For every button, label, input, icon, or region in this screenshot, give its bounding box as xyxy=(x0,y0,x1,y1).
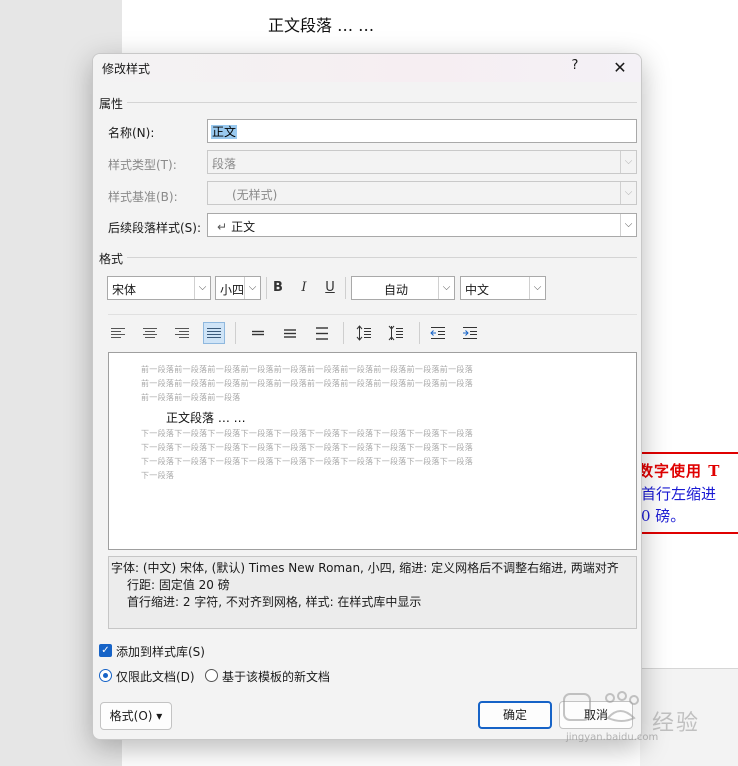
toolbar-divider xyxy=(108,314,637,315)
font-color-value: 自动 xyxy=(383,283,408,297)
close-button[interactable]: ✕ xyxy=(607,56,633,80)
style-type-value: 段落 xyxy=(212,157,237,171)
description-line: 首行缩进: 2 字符, 不对齐到网格, 样式: 在样式库中显示 xyxy=(127,595,422,609)
style-type-select[interactable]: 段落 ⌵ xyxy=(207,150,637,174)
font-size-select[interactable]: 小四 ⌵ xyxy=(215,276,261,300)
preview-line: 前一段落前一段落前一段落前一段落前一段落前一段落前一段落前一段落前一段落前一段落 xyxy=(141,379,473,388)
paragraph-mark-icon: ↵ xyxy=(217,220,228,234)
preview-line: 下一段落下一段落下一段落下一段落下一段落下一段落下一段落下一段落下一段落下一段落 xyxy=(141,457,473,466)
format-section-label: 格式 xyxy=(99,252,124,266)
align-justify-icon[interactable] xyxy=(203,322,225,344)
decrease-paragraph-spacing-icon[interactable] xyxy=(385,322,407,344)
ok-button[interactable]: 确定 xyxy=(478,701,552,729)
align-right-icon[interactable] xyxy=(171,322,193,344)
properties-section-label: 属性 xyxy=(99,97,124,111)
preview-line: 前一段落前一段落前一段落 xyxy=(141,393,241,402)
toolbar-separator xyxy=(343,322,344,344)
style-based-value: (无样式) xyxy=(232,188,278,202)
decrease-indent-icon[interactable] xyxy=(427,322,449,344)
preview-line: 下一段落下一段落下一段落下一段落下一段落下一段落下一段落下一段落下一段落下一段落 xyxy=(141,429,473,438)
document-note-line: 首行左缩进 xyxy=(641,485,717,503)
increase-paragraph-spacing-icon[interactable] xyxy=(353,322,375,344)
preview-line: 下一段落下一段落下一段落下一段落下一段落下一段落下一段落下一段落下一段落下一段落 xyxy=(141,443,473,452)
style-type-label: 样式类型(T): xyxy=(108,158,177,172)
description-line: 字体: (中文) 宋体, (默认) Times New Roman, 小四, 缩… xyxy=(111,561,619,575)
format-divider xyxy=(127,257,637,258)
preview-sample-text: 正文段落 … … xyxy=(166,411,246,425)
bold-button[interactable]: B xyxy=(267,277,289,299)
underline-button[interactable]: U xyxy=(319,277,341,299)
description-line: 行距: 固定值 20 磅 xyxy=(127,578,230,592)
toolbar-separator xyxy=(235,322,236,344)
name-input-value: 正文 xyxy=(211,125,238,139)
new-documents-template-label: 基于该模板的新文档 xyxy=(222,670,331,684)
add-to-gallery-checkbox[interactable]: ✓ xyxy=(99,644,112,657)
watermark-text: 经验 xyxy=(652,711,701,736)
only-this-document-label: 仅限此文档(D) xyxy=(116,670,195,684)
next-style-select[interactable]: ↵ 正文 ⌵ xyxy=(207,213,637,237)
preview-next-paragraph: 下一段落下一段落下一段落下一段落下一段落下一段落下一段落下一段落下一段落下一段落… xyxy=(141,427,601,483)
dialog-titlebar: 修改样式 ? ✕ xyxy=(93,54,641,82)
toolbar-separator xyxy=(345,277,346,299)
chevron-down-icon: ⌵ xyxy=(620,182,636,204)
only-this-document-radio[interactable] xyxy=(99,669,112,682)
single-spacing-icon[interactable] xyxy=(247,322,269,344)
font-color-select[interactable]: 自动 ⌵ xyxy=(351,276,455,300)
properties-divider xyxy=(127,102,637,103)
document-note-line: 0 磅。 xyxy=(641,507,686,525)
font-select[interactable]: 宋体 ⌵ xyxy=(107,276,211,300)
document-heading: 正文段落 … … xyxy=(268,16,375,35)
align-center-icon[interactable] xyxy=(139,322,161,344)
next-style-label: 后续段落样式(S): xyxy=(108,221,202,235)
chevron-down-icon: ⌵ xyxy=(194,277,210,299)
script-value: 中文 xyxy=(465,283,490,297)
chevron-down-icon: ⌵ xyxy=(620,214,636,236)
increase-indent-icon[interactable] xyxy=(459,322,481,344)
preview-line: 下一段落 xyxy=(141,471,175,480)
add-to-gallery-label: 添加到样式库(S) xyxy=(116,645,205,659)
preview-previous-paragraph: 前一段落前一段落前一段落前一段落前一段落前一段落前一段落前一段落前一段落前一段落… xyxy=(141,363,601,405)
name-input[interactable]: 正文 xyxy=(207,119,637,143)
script-select[interactable]: 中文 ⌵ xyxy=(460,276,546,300)
style-description: 字体: (中文) 宋体, (默认) Times New Roman, 小四, 缩… xyxy=(108,556,637,629)
style-based-select[interactable]: (无样式) ⌵ xyxy=(207,181,637,205)
chevron-down-icon: ⌵ xyxy=(438,277,454,299)
chevron-down-icon: ▾ xyxy=(156,709,163,723)
format-menu-button[interactable]: 格式(O) ▾ xyxy=(100,702,172,730)
chevron-down-icon: ⌵ xyxy=(244,277,260,299)
style-based-label: 样式基准(B): xyxy=(108,190,178,204)
name-label: 名称(N): xyxy=(108,126,155,140)
chevron-down-icon: ⌵ xyxy=(529,277,545,299)
font-value: 宋体 xyxy=(112,283,137,297)
modify-style-dialog: 修改样式 ? ✕ 属性 名称(N): 正文 样式类型(T): 段落 ⌵ 样式基准… xyxy=(92,53,642,740)
document-note-line: 数字使用 T xyxy=(638,462,721,480)
watermark-url: jingyan.baidu.com xyxy=(566,732,659,743)
font-size-value: 小四 xyxy=(220,283,245,297)
new-documents-template-radio[interactable] xyxy=(205,669,218,682)
dialog-title: 修改样式 xyxy=(102,62,151,76)
baidu-logo-icon xyxy=(563,691,639,722)
format-menu-label: 格式(O) xyxy=(109,709,153,723)
toolbar-separator xyxy=(419,322,420,344)
help-button[interactable]: ? xyxy=(563,58,587,78)
one-half-spacing-icon[interactable] xyxy=(279,322,301,344)
double-spacing-icon[interactable] xyxy=(311,322,333,344)
preview-line: 前一段落前一段落前一段落前一段落前一段落前一段落前一段落前一段落前一段落前一段落 xyxy=(141,365,473,374)
chevron-down-icon: ⌵ xyxy=(620,151,636,173)
align-left-icon[interactable] xyxy=(107,322,129,344)
italic-button[interactable]: I xyxy=(293,277,315,299)
next-style-value: 正文 xyxy=(231,220,256,234)
style-preview: 前一段落前一段落前一段落前一段落前一段落前一段落前一段落前一段落前一段落前一段落… xyxy=(108,352,637,550)
